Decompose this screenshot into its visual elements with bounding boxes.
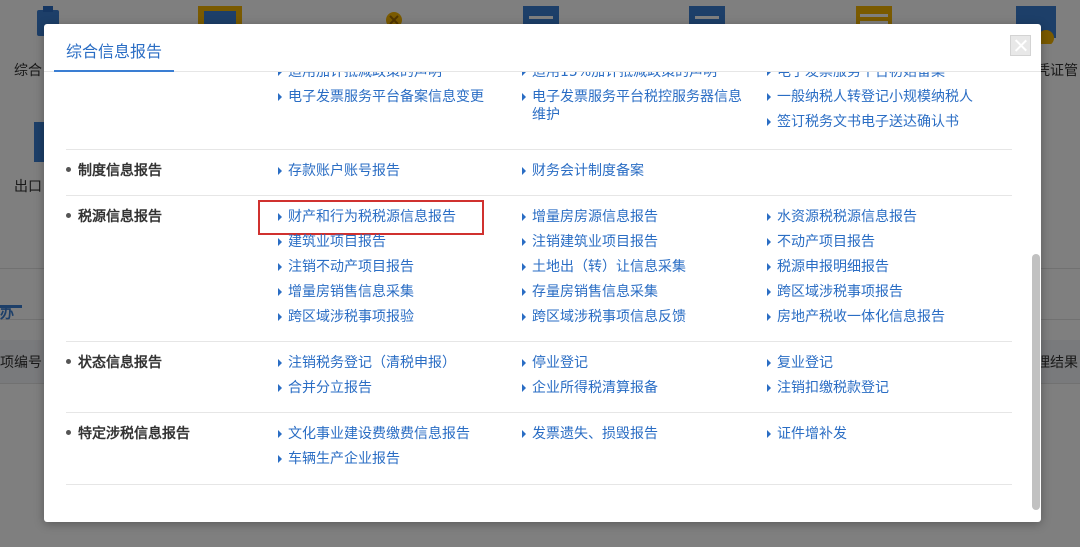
report-link[interactable]: 注销建筑业项目报告: [522, 233, 658, 251]
close-icon[interactable]: [1010, 35, 1031, 56]
report-link[interactable]: 存量房销售信息采集: [522, 283, 658, 301]
report-link[interactable]: 不动产项目报告: [767, 233, 875, 251]
report-link[interactable]: 电子发票服务平台初始备案: [767, 72, 945, 81]
modal-header: 综合信息报告: [44, 24, 1041, 72]
report-link[interactable]: 税源申报明细报告: [767, 258, 889, 276]
report-link[interactable]: 适用加计抵减政策的声明: [278, 72, 442, 81]
info-report-modal: 综合信息报告 适用加计抵减政策的声明 适用15%加计抵减政策的声明 电子发票服务…: [44, 24, 1041, 522]
report-list: 适用加计抵减政策的声明 适用15%加计抵减政策的声明 电子发票服务平台初始备案 …: [44, 72, 1024, 485]
report-link[interactable]: 建筑业项目报告: [278, 233, 386, 251]
section-tax-source-info: 税源信息报告 财产和行为税税源信息报告 增量房房源信息报告 水资源税税源信息报告…: [66, 196, 1012, 342]
report-link[interactable]: 财务会计制度备案: [522, 162, 644, 180]
report-link[interactable]: 适用15%加计抵减政策的声明: [521, 72, 717, 81]
report-link[interactable]: 土地出（转）让信息采集: [522, 258, 686, 276]
section-heading: 特定涉税信息报告: [66, 423, 190, 443]
modal-title: 综合信息报告: [66, 42, 163, 61]
report-link[interactable]: 注销扣缴税款登记: [767, 379, 889, 397]
report-link[interactable]: 注销不动产项目报告: [278, 258, 414, 276]
report-link[interactable]: 复业登记: [767, 354, 833, 372]
modal-scrollbar[interactable]: [1032, 254, 1040, 510]
section-status-info: 状态信息报告 注销税务登记（清税申报） 停业登记 复业登记 合并分立报告 企业所…: [66, 342, 1012, 413]
report-link-highlighted[interactable]: 财产和行为税税源信息报告: [278, 208, 456, 226]
report-link[interactable]: 一般纳税人转登记小规模纳税人: [767, 88, 973, 106]
section-heading: 状态信息报告: [66, 352, 162, 372]
report-link[interactable]: 存款账户账号报告: [278, 162, 400, 180]
report-link[interactable]: 车辆生产企业报告: [278, 450, 400, 468]
section-heading: 税源信息报告: [66, 206, 162, 226]
report-link[interactable]: 跨区域涉税事项报告: [767, 283, 903, 301]
section-heading: 制度信息报告: [66, 160, 162, 180]
report-link[interactable]: 文化事业建设费缴费信息报告: [278, 425, 470, 443]
report-link[interactable]: 房地产税收一体化信息报告: [767, 308, 945, 326]
section-specific-tax-info: 特定涉税信息报告 文化事业建设费缴费信息报告 发票遗失、损毁报告 证件增补发 车…: [66, 413, 1012, 485]
report-link[interactable]: 增量房房源信息报告: [522, 208, 658, 226]
report-link[interactable]: 电子发票服务平台备案信息变更: [278, 88, 484, 106]
report-link[interactable]: 电子发票服务平台税控服务器信息维护: [522, 88, 747, 124]
report-link[interactable]: 注销税务登记（清税申报）: [278, 354, 456, 372]
report-link[interactable]: 发票遗失、损毁报告: [522, 425, 658, 443]
report-link[interactable]: 证件增补发: [767, 425, 847, 443]
report-link[interactable]: 水资源税税源信息报告: [767, 208, 917, 226]
report-link[interactable]: 增量房销售信息采集: [278, 283, 414, 301]
report-link[interactable]: 跨区域涉税事项信息反馈: [522, 308, 686, 326]
report-link[interactable]: 签订税务文书电子送达确认书: [767, 113, 959, 131]
report-link[interactable]: 跨区域涉税事项报验: [278, 308, 414, 326]
report-link[interactable]: 合并分立报告: [278, 379, 372, 397]
report-link[interactable]: 停业登记: [522, 354, 588, 372]
modal-body: 适用加计抵减政策的声明 适用15%加计抵减政策的声明 电子发票服务平台初始备案 …: [44, 72, 1041, 522]
section-system-info: 制度信息报告 存款账户账号报告 财务会计制度备案: [66, 150, 1012, 196]
report-link[interactable]: 企业所得税清算报备: [522, 379, 658, 397]
section-partial: 适用加计抵减政策的声明 适用15%加计抵减政策的声明 电子发票服务平台初始备案 …: [66, 72, 1012, 150]
